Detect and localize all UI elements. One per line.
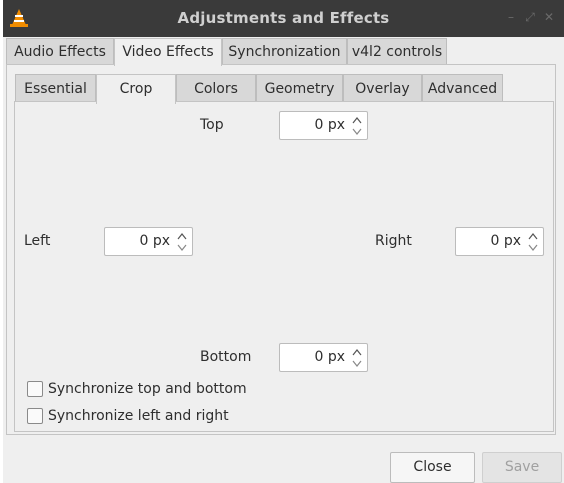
sync-left-right-checkbox[interactable] [27,408,43,424]
crop-bottom-value: 0 px [314,349,345,365]
window-title: Adjustments and Effects [177,9,390,27]
tab-overlay[interactable]: Overlay [343,74,422,102]
crop-top-spinbox[interactable]: 0 px [279,111,368,140]
crop-right-label: Right [375,233,412,249]
restore-icon[interactable]: ⤢ [524,10,536,24]
spin-arrows-icon[interactable] [351,347,363,369]
tab-crop[interactable]: Crop [96,74,176,104]
sync-left-right-label[interactable]: Synchronize left and right [48,408,229,424]
tab-video-effects[interactable]: Video Effects [114,38,222,66]
tab-v4l2-controls[interactable]: v4l2 controls [347,38,447,64]
crop-left-spinbox[interactable]: 0 px [104,227,193,256]
close-button[interactable]: Close [390,452,475,483]
crop-right-value: 0 px [490,233,521,249]
spin-arrows-icon[interactable] [176,231,188,253]
tab-essential[interactable]: Essential [15,74,96,102]
spin-arrows-icon[interactable] [351,115,363,137]
tab-synchronization[interactable]: Synchronization [222,38,347,64]
crop-bottom-spinbox[interactable]: 0 px [279,343,368,372]
sync-top-bottom-checkbox[interactable] [27,381,43,397]
tab-colors[interactable]: Colors [176,74,256,102]
close-icon[interactable]: ✕ [543,10,555,24]
tab-advanced[interactable]: Advanced [422,74,503,102]
effects-dialog: Adjustments and Effects – ⤢ ✕ Audio Effe… [3,0,564,483]
sync-top-bottom-label[interactable]: Synchronize top and bottom [48,381,247,397]
save-button[interactable]: Save [482,452,562,483]
crop-top-value: 0 px [314,117,345,133]
title-bar[interactable]: Adjustments and Effects – ⤢ ✕ [3,0,564,37]
crop-top-label: Top [200,117,224,133]
minimize-icon[interactable]: – [505,10,517,24]
tab-audio-effects[interactable]: Audio Effects [6,38,114,64]
crop-left-label: Left [24,233,51,249]
crop-left-value: 0 px [139,233,170,249]
tab-geometry[interactable]: Geometry [256,74,343,102]
spin-arrows-icon[interactable] [527,231,539,253]
crop-right-spinbox[interactable]: 0 px [455,227,544,256]
crop-bottom-label: Bottom [200,349,252,365]
